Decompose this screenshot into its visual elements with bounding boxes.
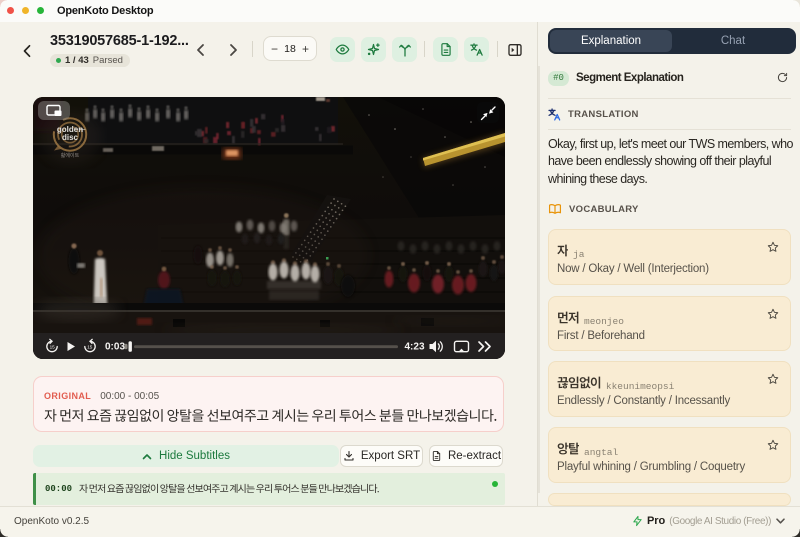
svg-text:4:23: 4:23 <box>405 342 425 353</box>
svg-text:15: 15 <box>50 344 56 349</box>
svg-text:15: 15 <box>87 344 93 349</box>
svg-text:0:03: 0:03 <box>105 342 125 353</box>
svg-text:홟에이트: 홟에이트 <box>61 152 80 159</box>
svg-text:disc: disc <box>62 133 79 142</box>
